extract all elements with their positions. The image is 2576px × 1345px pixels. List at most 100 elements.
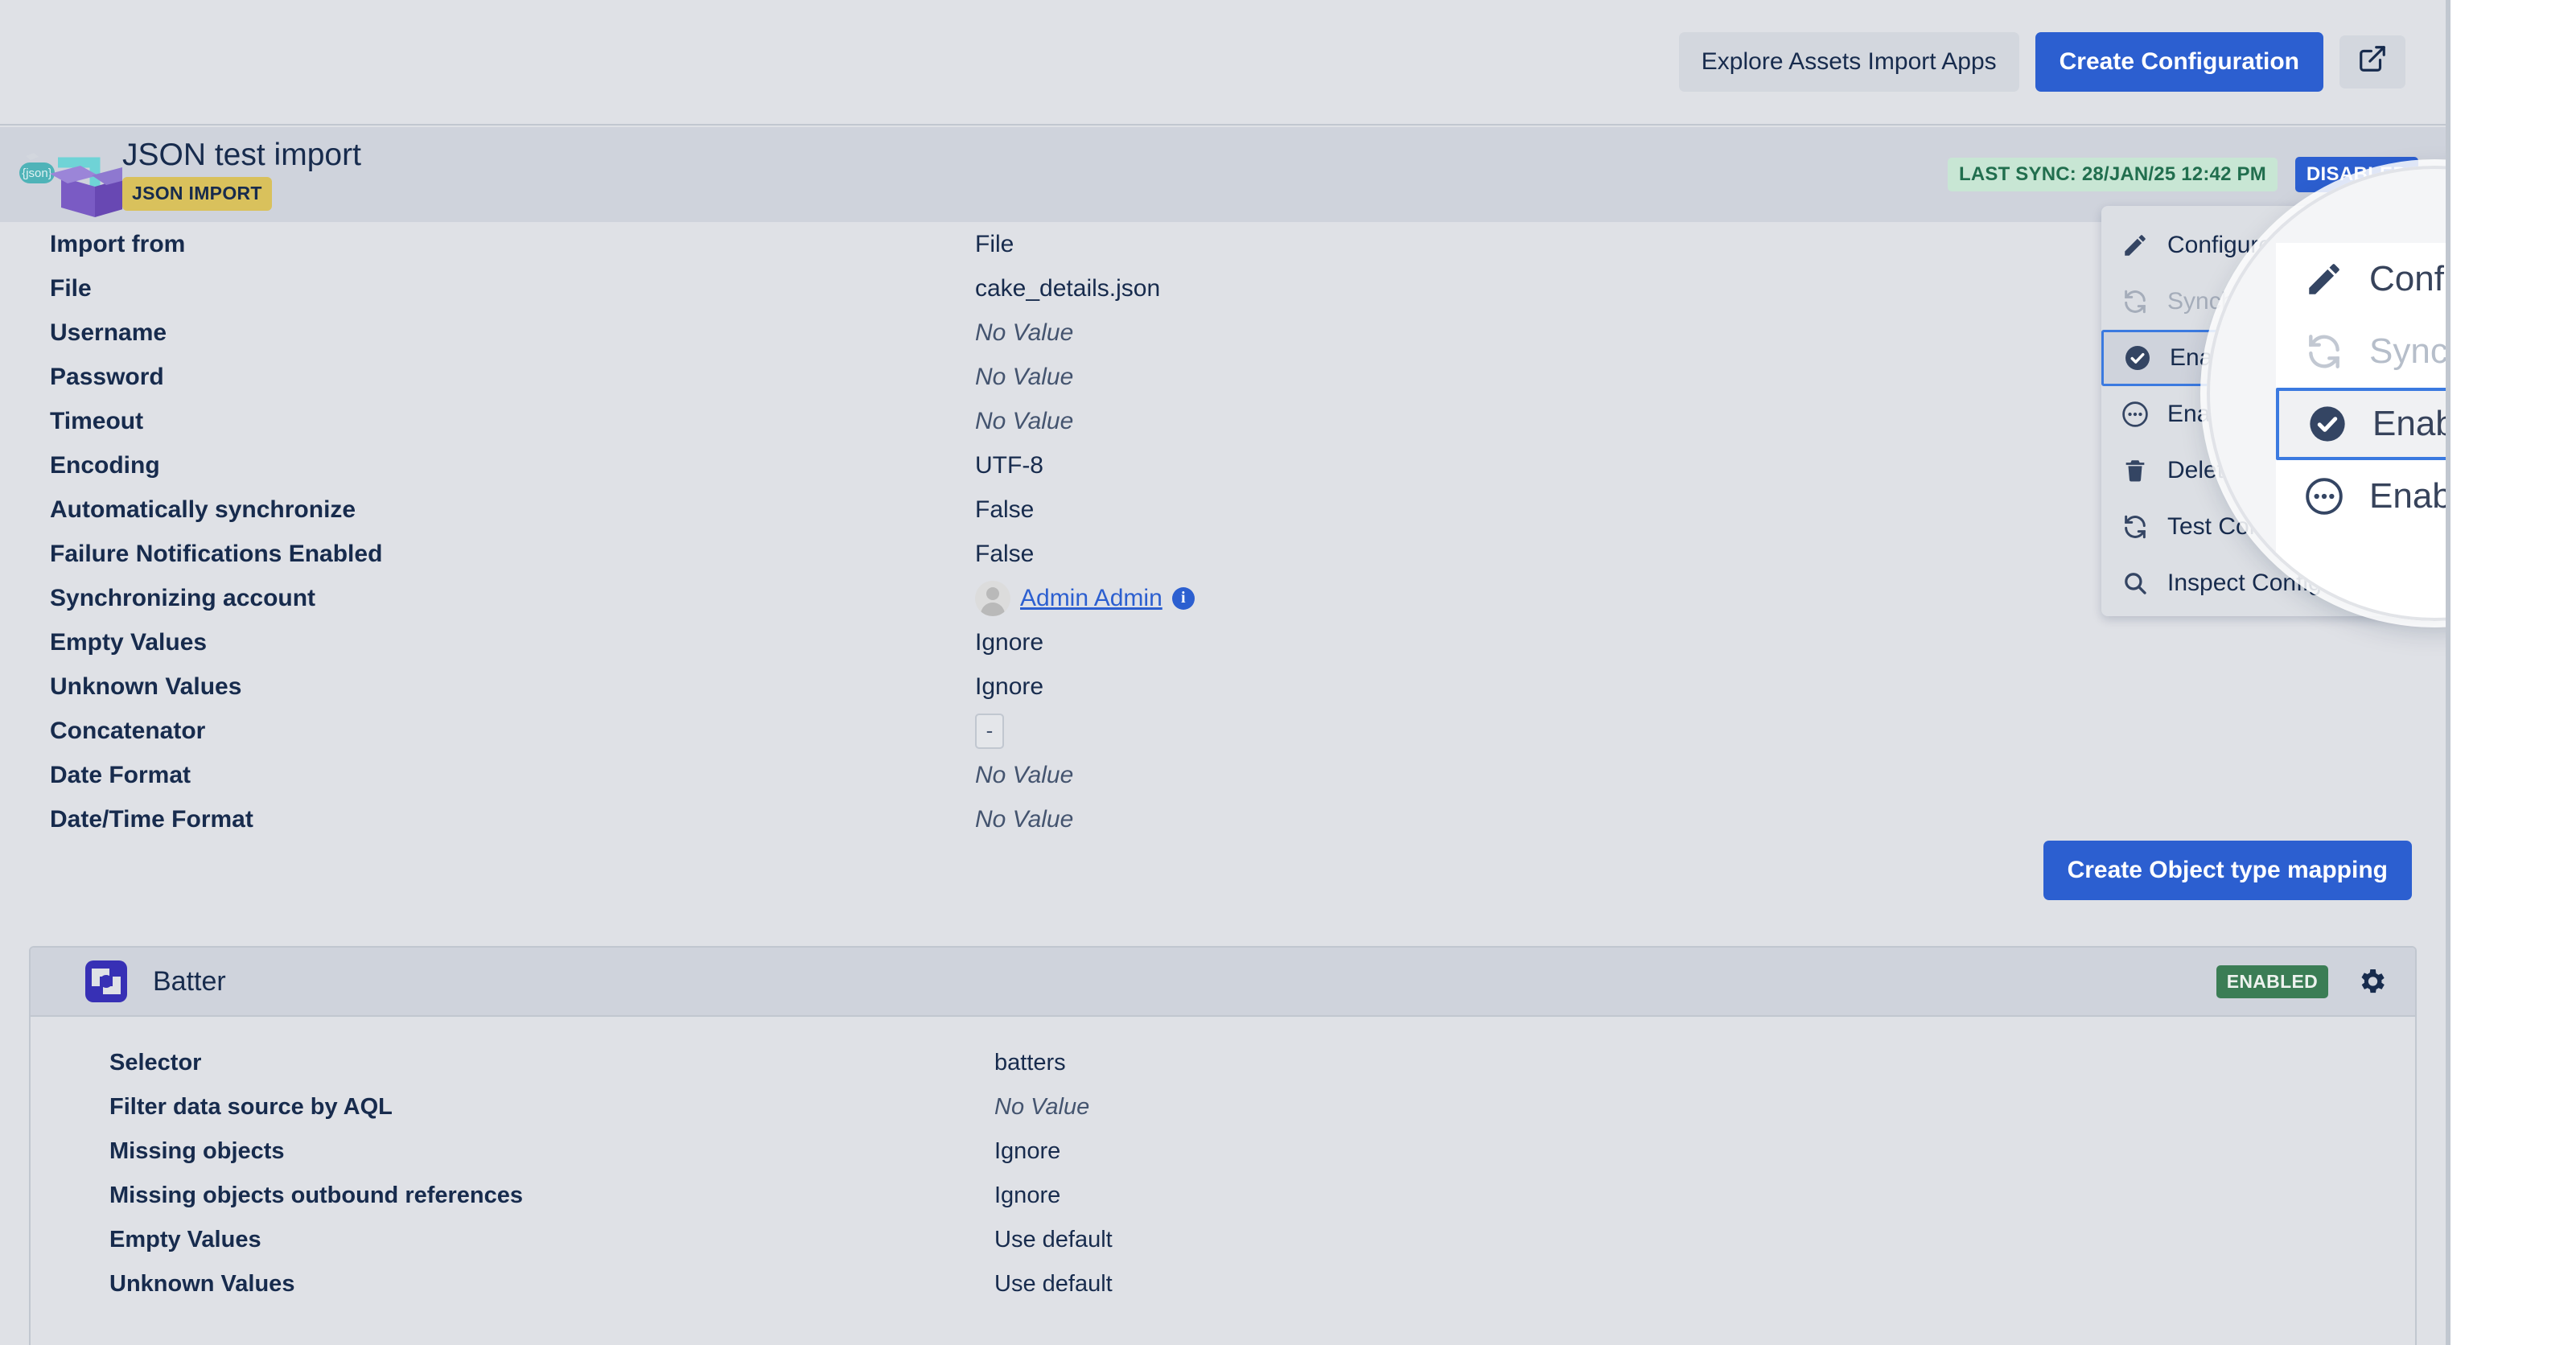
import-type-tag: JSON IMPORT [122,176,272,211]
property-key: Date Format [50,761,191,788]
menu-item-label: Enable [2372,404,2446,443]
sync-account-link[interactable]: Admin Admin [1020,585,1162,612]
magnified-actions-menu: Configure Synchronize [2276,243,2448,621]
external-link-icon [2357,43,2388,80]
property-key: Username [50,319,167,346]
card-row-value: No Value [994,1094,1090,1120]
json-import-box-icon: {json} [0,127,137,222]
pencil-icon [2303,258,2345,300]
check-circle-icon [2123,343,2152,372]
gear-icon[interactable] [2356,965,2388,997]
open-in-new-window-button[interactable] [2339,35,2405,88]
object-type-mapping-card-batter: Batter ENABLED Selector batters Filter d… [29,946,2417,1345]
property-key: Automatically synchronize [50,496,356,523]
ellipsis-circle-icon [2121,400,2150,429]
configuration-header: {json} JSON test import JSON IMPORT LAST… [0,127,2446,222]
page-toolbar: Explore Assets Import Apps Create Config… [0,0,2446,125]
pencil-icon [2121,231,2150,260]
card-row-key: Empty Values [109,1227,261,1252]
property-row-empty-values: Empty Values Ignore [0,620,2446,664]
property-row-date-format: Date Format No Value [0,753,2446,797]
property-key: Timeout [50,407,144,434]
property-key: File [50,274,92,302]
svg-text:{json}: {json} [22,167,52,180]
property-row-encoding: Encoding UTF-8 [0,443,2446,487]
property-value: No Value [975,319,1074,346]
card-row-key: Selector [109,1050,202,1076]
property-row-automatically-synchronize: Automatically synchronize False [0,487,2446,532]
card-body: Selector batters Filter data source by A… [31,1017,2415,1306]
menu-item-label: Synchronize [2369,331,2448,371]
property-key: Encoding [50,451,160,479]
explore-assets-import-apps-button[interactable]: Explore Assets Import Apps [1678,32,2019,92]
property-key: Date/Time Format [50,805,253,833]
object-type-icon [84,959,129,1004]
property-value: File [975,230,1014,257]
property-row-import-from: Import from File [0,222,2446,266]
card-row-value: batters [994,1050,1066,1076]
trash-icon [2121,456,2150,485]
card-row-unknown-values: Unknown Values Use default [31,1262,2415,1306]
property-value: cake_details.json [975,274,1161,302]
sync-icon [2303,331,2345,372]
property-key: Import from [50,230,186,257]
property-key: Password [50,363,164,390]
property-key: Concatenator [50,717,206,744]
check-circle-icon [2306,403,2348,445]
card-row-selector: Selector batters [31,1041,2415,1085]
card-row-key: Filter data source by AQL [109,1094,393,1120]
magnified-menu-item-synchronize: Synchronize [2276,315,2448,388]
property-value: UTF-8 [975,451,1043,479]
property-key: Synchronizing account [50,584,316,611]
property-row-timeout: Timeout No Value [0,399,2446,443]
sync-icon [2121,287,2150,316]
property-key: Empty Values [50,628,208,656]
property-key: Failure Notifications Enabled [50,540,383,567]
info-icon[interactable]: i [1171,586,1195,610]
property-value: False [975,540,1035,567]
assets-import-configuration-page: Explore Assets Import Apps Create Config… [0,0,2450,1345]
property-value: False [975,496,1035,523]
card-row-missing-objects: Missing objects Ignore [31,1129,2415,1174]
magnified-menu-item-configure[interactable]: Configure [2276,243,2446,315]
property-row-synchronizing-account: Synchronizing account Admin Admin i [0,576,2446,620]
property-row-username: Username No Value [0,311,2446,355]
property-value: Admin Admin i [975,580,1195,616]
card-row-value: Use default [994,1271,1113,1297]
card-row-value: Ignore [994,1138,1061,1164]
property-row-password: Password No Value [0,355,2446,399]
sync-icon [2121,512,2150,541]
ellipsis-circle-icon [2303,475,2345,517]
property-value: Ignore [975,628,1044,656]
property-row-datetime-format: Date/Time Format No Value [0,797,2446,841]
property-key: Unknown Values [50,672,242,700]
magnified-menu-item-delete[interactable]: Delete [2368,616,2446,621]
property-value: No Value [975,407,1074,434]
create-object-type-mapping-button[interactable]: Create Object type mapping [2043,841,2412,900]
concatenator-chip: - [975,713,1004,749]
card-row-key: Missing objects outbound references [109,1183,524,1208]
card-row-value: Ignore [994,1183,1061,1208]
card-row-missing-outbound: Missing objects outbound references Igno… [31,1174,2415,1218]
card-status-badge: ENABLED [2216,965,2328,998]
last-sync-badge: LAST SYNC: 28/JAN/25 12:42 PM [1947,158,2278,191]
magnified-menu-item-enable-disable[interactable]: Enable / Disable [2276,460,2446,533]
property-row-concatenator: Concatenator - [0,709,2446,753]
property-row-failure-notifications: Failure Notifications Enabled False [0,532,2446,576]
property-value: No Value [975,363,1074,390]
create-configuration-button[interactable]: Create Configuration [2035,32,2323,92]
card-row-empty-values: Empty Values Use default [31,1218,2415,1262]
card-row-filter-aql: Filter data source by AQL No Value [31,1085,2415,1129]
property-value: No Value [975,805,1074,833]
property-value: No Value [975,761,1074,788]
search-icon [2121,569,2150,598]
property-row-file: File cake_details.json [0,266,2446,311]
page-right-gutter [2450,0,2576,1345]
magnified-menu-item-enable[interactable]: Enable [2276,388,2446,460]
card-header[interactable]: Batter ENABLED [31,948,2415,1017]
card-title: Batter [153,965,226,997]
avatar [975,580,1010,616]
mapping-cta-row: Create Object type mapping [0,841,2446,900]
property-value: - [975,713,1004,749]
page-title: JSON test import [122,137,361,172]
